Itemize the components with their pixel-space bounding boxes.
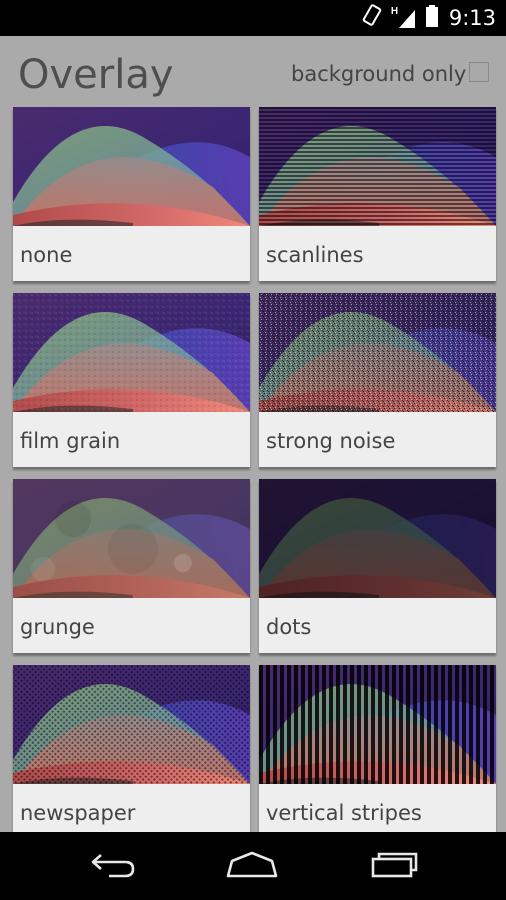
- overlay-label: none: [20, 243, 73, 267]
- home-icon: [224, 849, 280, 884]
- overlay-thumbnail: [259, 293, 496, 412]
- thumbnail-image: [259, 665, 496, 784]
- thumbnail-image: [13, 293, 250, 412]
- thumbnail-image: [13, 479, 250, 598]
- thumbnail-image: [259, 293, 496, 412]
- overlay-thumbnail: [259, 479, 496, 598]
- signal-icon: H: [391, 6, 417, 30]
- overlay-thumbnail: [13, 665, 250, 784]
- screen: H 9:13 Overlay background only none scan…: [0, 0, 506, 900]
- overlay-label: grunge: [20, 615, 95, 639]
- rotation-lock-icon: [361, 3, 383, 33]
- overlay-card-strong-noise[interactable]: strong noise: [259, 293, 496, 467]
- recents-icon: [368, 849, 420, 884]
- thumbnail-image: [13, 107, 250, 226]
- clock: 9:13: [448, 6, 496, 30]
- overlay-label: dots: [266, 615, 312, 639]
- header: Overlay background only: [0, 36, 506, 108]
- background-only-checkbox[interactable]: [469, 62, 489, 82]
- overlay-card-dots[interactable]: dots: [259, 479, 496, 653]
- overlay-thumbnail: [259, 665, 496, 784]
- back-button[interactable]: [82, 844, 142, 888]
- overlay-label: scanlines: [266, 243, 364, 267]
- overlay-card-vertical-stripes[interactable]: vertical stripes: [259, 665, 496, 839]
- overlay-thumbnail: [13, 479, 250, 598]
- overlay-card-scanlines[interactable]: scanlines: [259, 107, 496, 281]
- thumbnail-image: [13, 665, 250, 784]
- thumbnail-image: [259, 479, 496, 598]
- overlay-label: film grain: [20, 429, 121, 453]
- overlay-label: strong noise: [266, 429, 396, 453]
- background-only-label[interactable]: background only: [291, 62, 466, 86]
- thumbnail-image: [259, 107, 496, 226]
- recents-button[interactable]: [364, 844, 424, 888]
- battery-icon: [425, 4, 439, 33]
- status-bar: H 9:13: [0, 0, 506, 36]
- overlay-label: newspaper: [20, 801, 136, 825]
- back-icon: [87, 849, 137, 884]
- page-title: Overlay: [18, 52, 174, 98]
- overlay-label: vertical stripes: [266, 801, 422, 825]
- overlay-card-none[interactable]: none: [13, 107, 250, 281]
- navigation-bar: [0, 832, 506, 900]
- overlay-card-newspaper[interactable]: newspaper: [13, 665, 250, 839]
- overlay-thumbnail: [13, 107, 250, 226]
- overlay-card-film-grain[interactable]: film grain: [13, 293, 250, 467]
- overlay-thumbnail: [13, 293, 250, 412]
- home-button[interactable]: [222, 844, 282, 888]
- overlay-card-grunge[interactable]: grunge: [13, 479, 250, 653]
- overlay-thumbnail: [259, 107, 496, 226]
